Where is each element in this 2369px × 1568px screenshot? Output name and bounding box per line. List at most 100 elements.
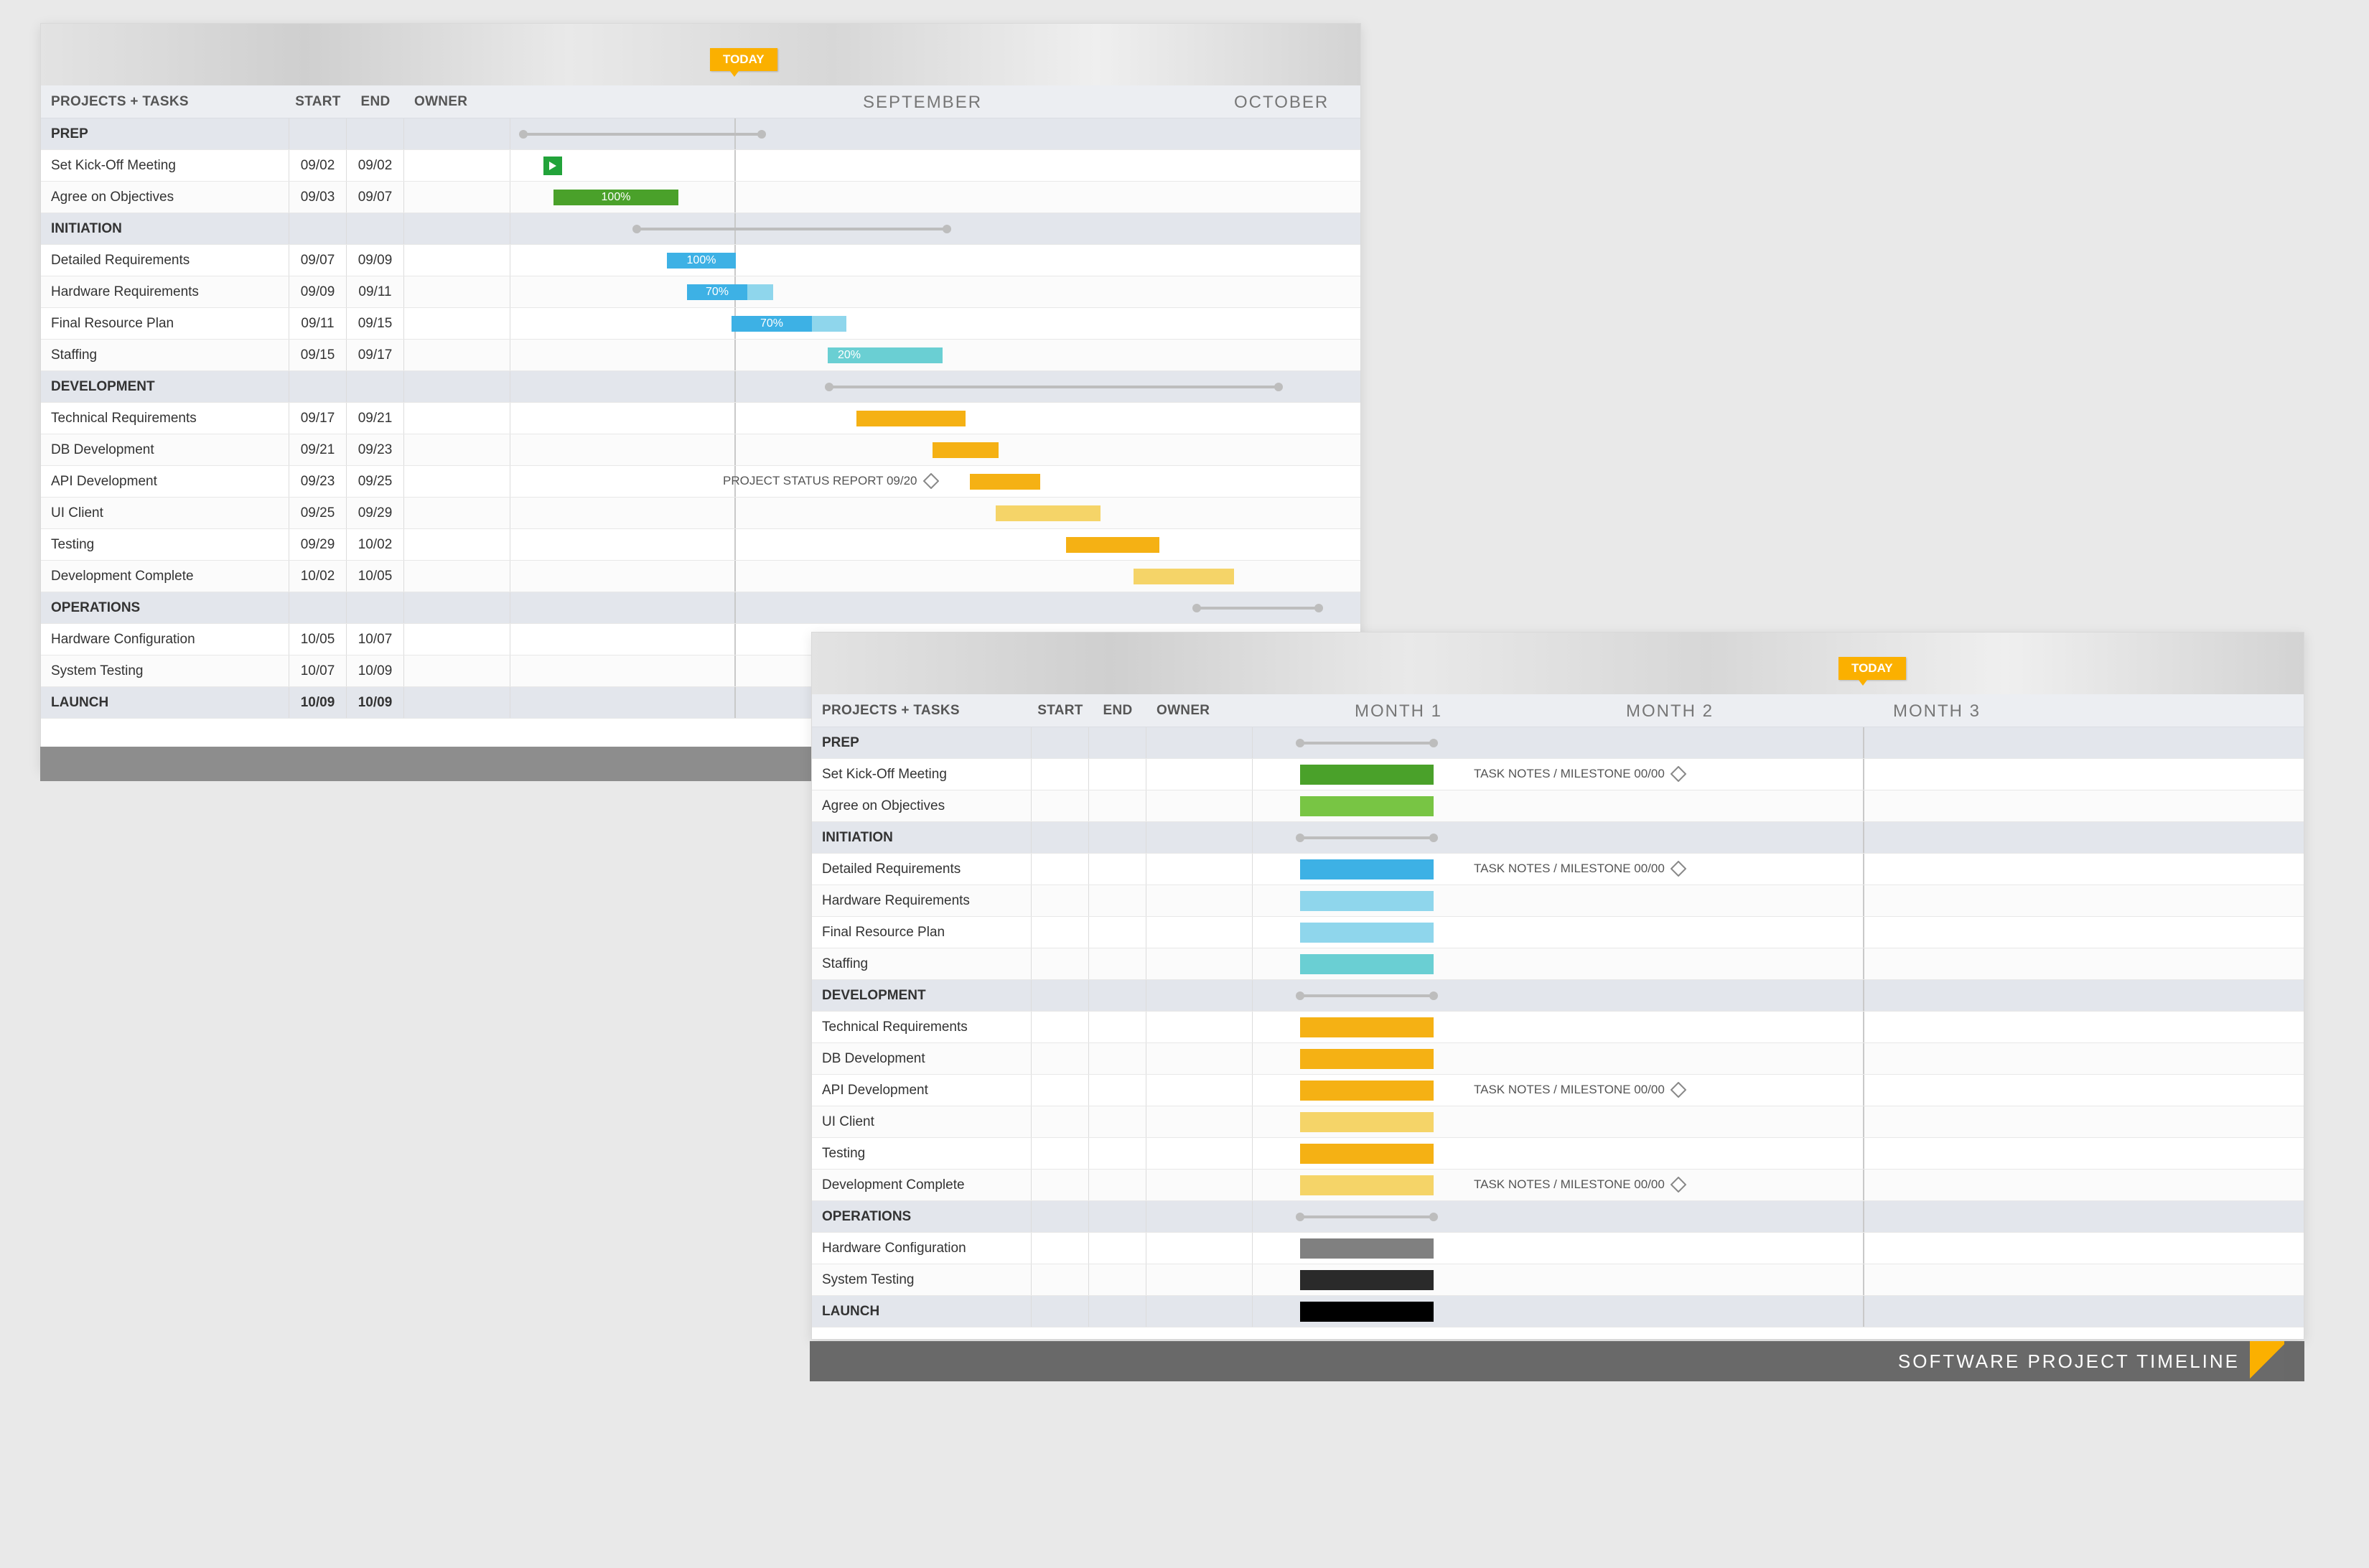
end-date (1089, 1170, 1146, 1200)
task-row: DB Development09/2109/23 (41, 434, 1360, 466)
owner (404, 434, 510, 465)
group-row: INITIATION (41, 213, 1360, 245)
gantt-bar[interactable]: 20% (828, 347, 943, 363)
today-line (734, 434, 736, 465)
owner (1146, 759, 1253, 790)
start-date (1032, 727, 1089, 758)
today-line (734, 592, 736, 623)
gantt-bar[interactable] (1300, 954, 1434, 974)
group-dot-icon (1296, 991, 1304, 1000)
gantt-bar[interactable] (996, 505, 1101, 521)
gantt-bar[interactable]: 70% (732, 316, 846, 332)
start-date (1032, 1264, 1089, 1295)
gantt-bar[interactable] (1300, 859, 1434, 879)
gantt-bar[interactable] (1300, 1081, 1434, 1101)
start-date: 09/17 (289, 403, 347, 434)
gantt-cell: TASK NOTES / MILESTONE 00/00 (1253, 1075, 2304, 1106)
start-date: 10/07 (289, 655, 347, 686)
gantt-bar[interactable] (1300, 1175, 1434, 1195)
end-date (1089, 1233, 1146, 1264)
task-name: API Development (41, 466, 289, 497)
group-row: INITIATION (812, 822, 2304, 854)
col-tasks: PROJECTS + TASKS (812, 694, 1032, 727)
gantt-bar[interactable] (1134, 569, 1234, 584)
group-dot-icon (519, 130, 528, 139)
milestone-label: TASK NOTES / MILESTONE 00/00 (1474, 1082, 1686, 1098)
task-name: PREP (812, 727, 1032, 758)
progress-label: 20% (828, 347, 871, 363)
task-name: OPERATIONS (812, 1201, 1032, 1232)
sheet-header (41, 24, 1360, 85)
gantt-cell: TASK NOTES / MILESTONE 00/00 (1253, 1170, 2304, 1200)
gantt-bar[interactable] (933, 442, 999, 458)
owner (1146, 1138, 1253, 1169)
task-name: Set Kick-Off Meeting (41, 150, 289, 181)
owner (1146, 1043, 1253, 1074)
gantt-bar[interactable] (1300, 765, 1434, 785)
today-line (1863, 948, 1864, 979)
start-date (289, 118, 347, 149)
col-owner: OWNER (404, 85, 510, 118)
task-row: UI Client (812, 1106, 2304, 1138)
today-badge: TODAY (710, 48, 777, 71)
gantt-bar[interactable] (1300, 1144, 1434, 1164)
owner (1146, 727, 1253, 758)
gantt-bar[interactable] (1300, 1270, 1434, 1290)
gantt-bar[interactable] (1066, 537, 1159, 553)
gantt-bar[interactable] (1300, 1112, 1434, 1132)
start-date (1032, 790, 1089, 821)
gantt-bar[interactable] (1300, 1238, 1434, 1259)
end-date: 09/07 (347, 182, 404, 213)
today-line (1863, 885, 1864, 916)
owner (1146, 1233, 1253, 1264)
gantt-bar[interactable] (1300, 1302, 1434, 1322)
group-dot-icon (632, 225, 641, 233)
gantt-bar[interactable] (856, 411, 966, 426)
gantt-cell: 100% (510, 245, 1360, 276)
gantt-bar[interactable] (970, 474, 1040, 490)
owner (1146, 1201, 1253, 1232)
today-line (734, 498, 736, 528)
gantt-bar[interactable]: 70% (687, 284, 773, 300)
gantt-bar[interactable] (1300, 923, 1434, 943)
gantt-bar[interactable] (1300, 1049, 1434, 1069)
group-dot-icon (1314, 604, 1323, 612)
end-date: 09/15 (347, 308, 404, 339)
task-name: LAUNCH (812, 1296, 1032, 1327)
today-line (734, 371, 736, 402)
today-line (1863, 854, 1864, 885)
end-date (1089, 917, 1146, 948)
gantt-bar[interactable] (1300, 1017, 1434, 1037)
gantt-bar[interactable]: 100% (667, 253, 736, 269)
task-name: Testing (41, 529, 289, 560)
start-date (1032, 980, 1089, 1011)
end-date: 09/25 (347, 466, 404, 497)
sheet-header (812, 633, 2304, 694)
owner (404, 624, 510, 655)
task-name: Hardware Configuration (812, 1233, 1032, 1264)
task-name: LAUNCH (41, 687, 289, 718)
group-range (1300, 742, 1434, 745)
group-range (1300, 994, 1434, 997)
start-date (1032, 1233, 1089, 1264)
owner (404, 466, 510, 497)
task-name: UI Client (812, 1106, 1032, 1137)
gantt-cell (1253, 1296, 2304, 1327)
col-owner: OWNER (1146, 694, 1253, 727)
start-date (1032, 1106, 1089, 1137)
gantt-bar[interactable] (1300, 796, 1434, 816)
end-date (1089, 1264, 1146, 1295)
task-row: Testing (812, 1138, 2304, 1170)
task-row: Hardware Requirements (812, 885, 2304, 917)
start-date (1032, 1170, 1089, 1200)
owner (404, 529, 510, 560)
start-date: 09/21 (289, 434, 347, 465)
task-name: Technical Requirements (812, 1012, 1032, 1042)
gantt-cell (510, 592, 1360, 623)
gantt-bar[interactable] (1300, 891, 1434, 911)
end-date: 10/09 (347, 687, 404, 718)
group-dot-icon (1274, 383, 1283, 391)
task-name: Testing (812, 1138, 1032, 1169)
gantt-bar[interactable]: 100% (553, 190, 678, 205)
end-date (1089, 1012, 1146, 1042)
